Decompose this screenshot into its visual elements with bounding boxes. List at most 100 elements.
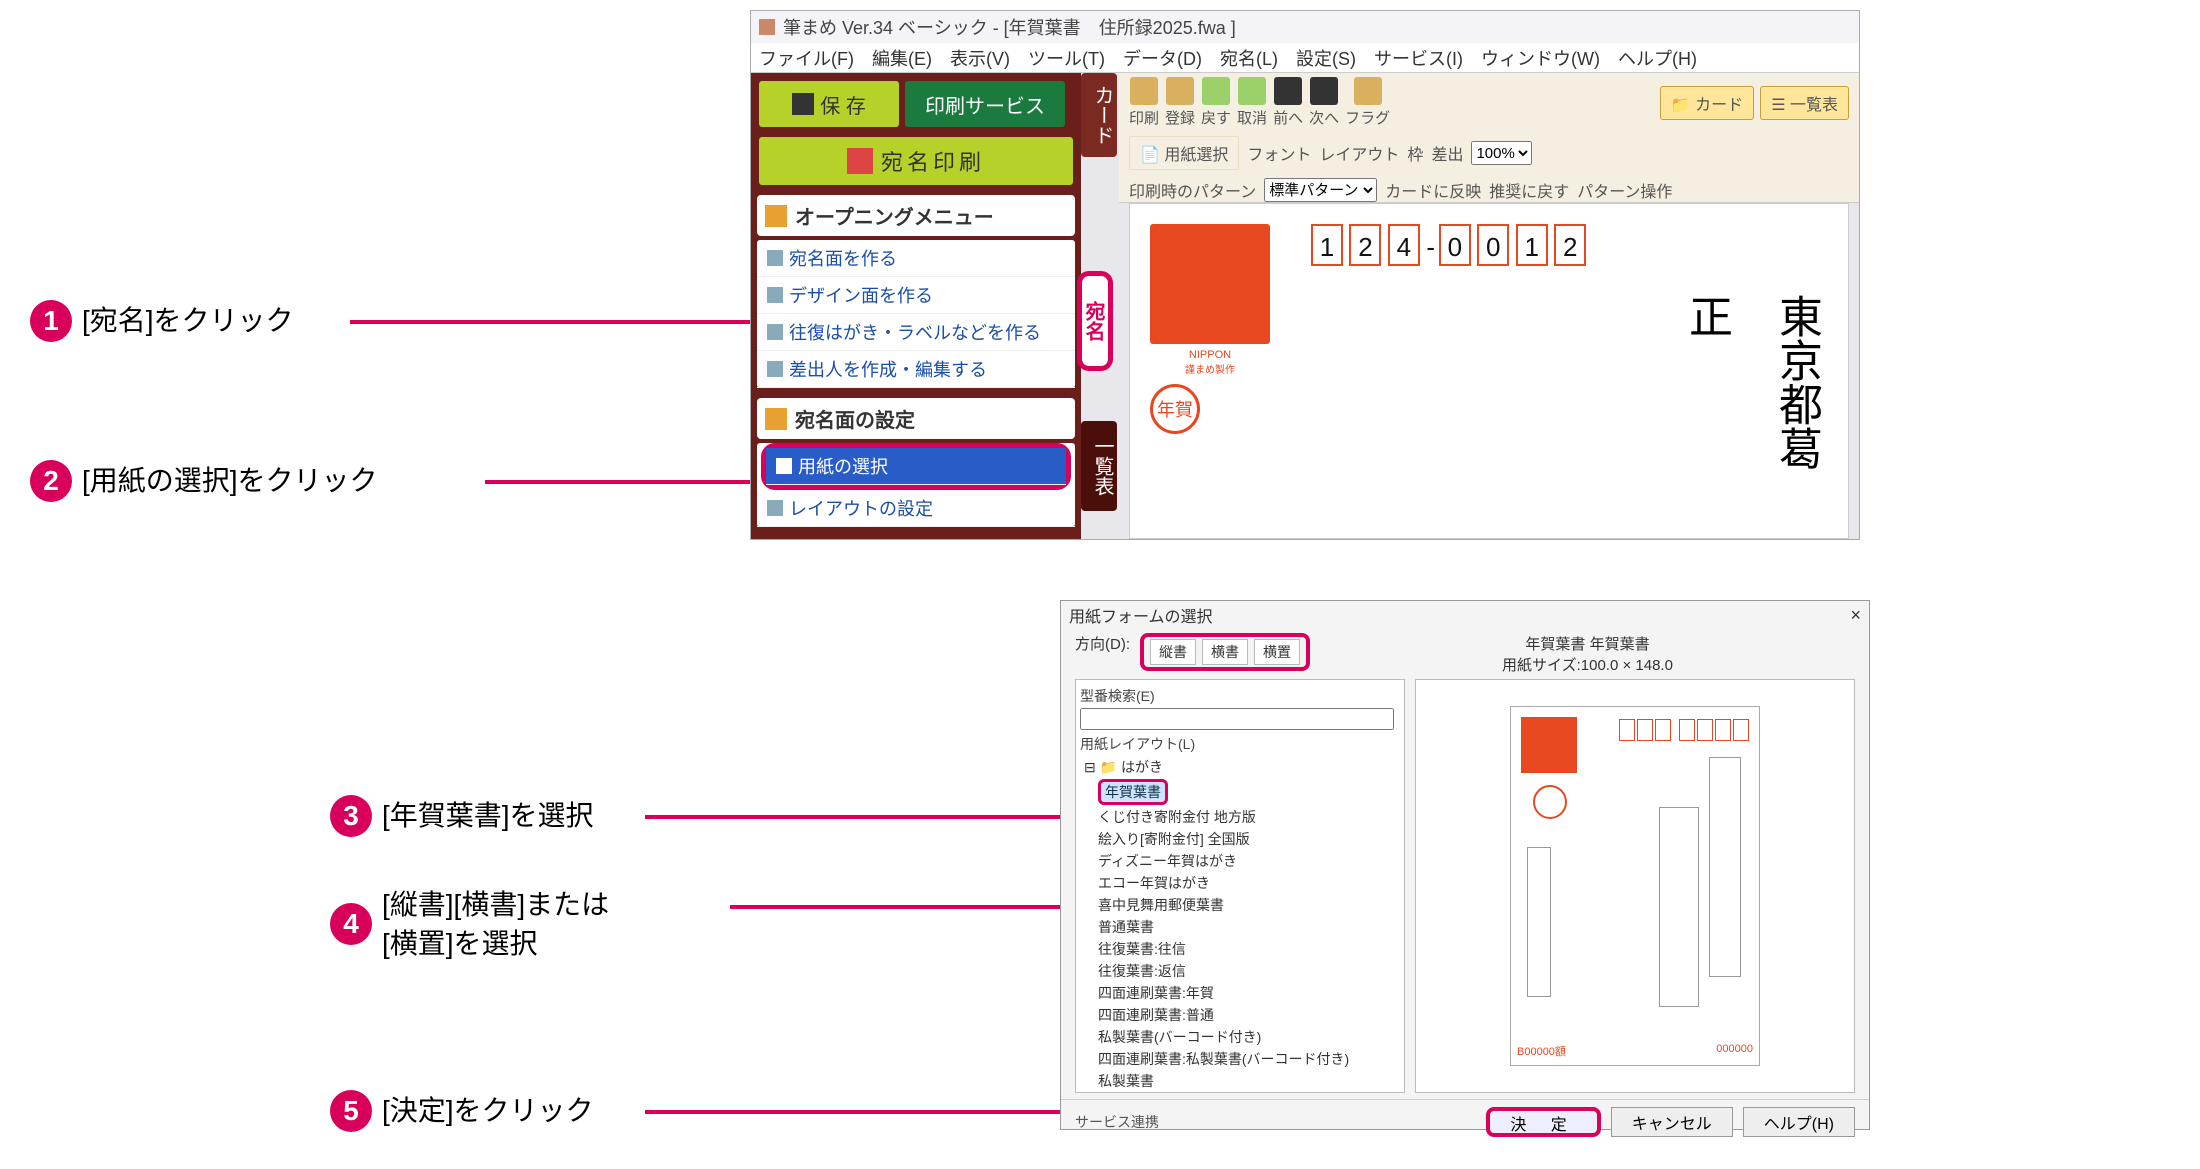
orient-vertical-button[interactable]: 縦書: [1150, 639, 1196, 665]
sidebar-item-atena-create[interactable]: 宛名面を作る: [757, 240, 1075, 277]
menu-service[interactable]: サービス(I): [1370, 43, 1467, 73]
tree-item[interactable]: 往復葉書:往信: [1080, 938, 1400, 960]
window-title: 筆まめ Ver.34 ベーシック - [年賀葉書 住所録2025.fwa ]: [783, 14, 1236, 40]
annotation-4: 4 [縦書][横書]または [横置]を選択: [330, 885, 760, 963]
cancel-button[interactable]: キャンセル: [1611, 1107, 1733, 1137]
sidebar-item-sender-edit[interactable]: 差出人を作成・編集する: [757, 351, 1075, 388]
preview-textbar: [1527, 847, 1551, 997]
pattern-ops-button[interactable]: パターン操作: [1577, 178, 1672, 202]
vtab-card[interactable]: カード: [1081, 73, 1117, 157]
stamp-caption: 謹まめ製作: [1150, 361, 1270, 376]
btn-label: フラグ: [1345, 107, 1390, 128]
frame-button[interactable]: 枠: [1407, 141, 1423, 165]
tree-folder-hagaki[interactable]: ⊟ 📁 はがき: [1080, 756, 1400, 778]
next-button[interactable]: 次へ: [1309, 77, 1339, 128]
prev-button[interactable]: 前へ: [1273, 77, 1303, 128]
sidebar-item-design-create[interactable]: デザイン面を作る: [757, 277, 1075, 314]
titlebar: 筆まめ Ver.34 ベーシック - [年賀葉書 住所録2025.fwa ]: [751, 11, 1859, 43]
print-button[interactable]: 印刷: [1129, 77, 1159, 128]
list-tag-button[interactable]: ☰ 一覧表: [1760, 86, 1849, 120]
menubar: ファイル(F) 編集(E) 表示(V) ツール(T) データ(D) 宛名(L) …: [751, 43, 1859, 73]
menu-window[interactable]: ウィンドウ(W): [1477, 43, 1604, 73]
sidebar-item-paper-select[interactable]: 用紙の選択: [766, 448, 1066, 485]
paper-select-button[interactable]: 📄 用紙選択: [1129, 136, 1239, 170]
orient-horizontal-button[interactable]: 横書: [1202, 639, 1248, 665]
layout-label: 用紙レイアウト(L): [1080, 734, 1400, 754]
annotation-1: 1 [宛名]をクリック: [30, 300, 294, 342]
register-button[interactable]: 登録: [1165, 77, 1195, 128]
annotation-5: 5 [決定]をクリック: [330, 1090, 594, 1132]
tree-item-nenga[interactable]: 年賀葉書: [1080, 778, 1400, 806]
tree-item[interactable]: エコー年賀はがき: [1080, 872, 1400, 894]
tree-folder[interactable]: ⊞ 📁 封筒: [1080, 1092, 1400, 1093]
save-label: 保 存: [820, 90, 866, 119]
layout-button[interactable]: レイアウト: [1319, 141, 1399, 165]
tree-label: はがき: [1121, 759, 1163, 775]
btn-label: 登録: [1165, 107, 1195, 128]
tree-item[interactable]: くじ付き寄附金付 地方版: [1080, 806, 1400, 828]
zoom-select[interactable]: 100%: [1471, 141, 1532, 165]
doc-icon: [767, 324, 783, 340]
pattern-select[interactable]: 標準パターン: [1264, 178, 1377, 202]
btn-label: 用紙選択: [1164, 147, 1228, 164]
tree-item[interactable]: 四面連刷葉書:普通: [1080, 1004, 1400, 1026]
tree-item[interactable]: 四面連刷葉書:年賀: [1080, 982, 1400, 1004]
undo-button[interactable]: 戻す: [1201, 77, 1231, 128]
menu-icon: [765, 205, 787, 227]
tree-item[interactable]: ディズニー年賀はがき: [1080, 850, 1400, 872]
connector-line: [485, 480, 760, 484]
flag-button[interactable]: フラグ: [1345, 77, 1390, 128]
font-button[interactable]: フォント: [1247, 141, 1311, 165]
toolbar-row-2: 📄 用紙選択 フォント レイアウト 枠 差出 100%: [1119, 132, 1859, 174]
menu-settings[interactable]: 設定(S): [1292, 43, 1360, 73]
reset-recommended-button[interactable]: 推奨に戻す: [1489, 178, 1569, 202]
paper-icon: [776, 458, 792, 474]
tree-item[interactable]: 喜中見舞用郵便葉書: [1080, 894, 1400, 916]
stamp-icon: [1150, 224, 1270, 344]
annotation-text: [決定]をクリック: [382, 1091, 594, 1130]
menu-tool[interactable]: ツール(T): [1024, 43, 1109, 73]
sidebar-item-layout-settings[interactable]: レイアウトの設定: [757, 490, 1075, 527]
vtab-atena[interactable]: 宛名: [1077, 271, 1113, 371]
app-window: 筆まめ Ver.34 ベーシック - [年賀葉書 住所録2025.fwa ] フ…: [750, 10, 1860, 540]
highlight-paper-select: 用紙の選択: [761, 443, 1071, 490]
paper-info: 年賀葉書 年賀葉書 用紙サイズ:100.0 × 148.0: [1320, 633, 1855, 675]
menu-view[interactable]: 表示(V): [946, 43, 1014, 73]
app-icon: [759, 19, 775, 35]
postcard-preview: NIPPON 謹まめ製作 年賀 1 2 4 - 0 0 1 2 東京都葛 正: [1129, 203, 1849, 539]
btn-label: 印刷: [1129, 107, 1159, 128]
tree-item[interactable]: 四面連刷葉書:私製葉書(バーコード付き): [1080, 1048, 1400, 1070]
tree-item[interactable]: 絵入り[寄附金付] 全国版: [1080, 828, 1400, 850]
save-button[interactable]: 保 存: [759, 81, 899, 127]
service-link[interactable]: サービス連携: [1075, 1112, 1159, 1132]
print-service-button[interactable]: 印刷サービス: [905, 81, 1065, 127]
menu-atena[interactable]: 宛名(L): [1216, 43, 1282, 73]
tree-item[interactable]: 普通葉書: [1080, 916, 1400, 938]
menu-data[interactable]: データ(D): [1119, 43, 1206, 73]
redo-button[interactable]: 取消: [1237, 77, 1267, 128]
close-icon[interactable]: ×: [1850, 605, 1861, 626]
sidebar-item-label: 用紙の選択: [798, 453, 888, 479]
paper-info-title: 年賀葉書 年賀葉書: [1320, 633, 1855, 654]
menu-edit[interactable]: 編集(E): [868, 43, 936, 73]
tree-item[interactable]: 私製葉書(バーコード付き): [1080, 1026, 1400, 1048]
sidebar-item-postcard-label[interactable]: 往復はがき・ラベルなどを作る: [757, 314, 1075, 351]
btn-label: 取消: [1237, 107, 1267, 128]
card-tag-button[interactable]: 📁 カード: [1660, 86, 1754, 120]
atena-print-button[interactable]: 宛名印刷: [759, 137, 1073, 185]
vtab-list[interactable]: 一覧表: [1081, 421, 1117, 511]
ok-button[interactable]: 決 定: [1486, 1107, 1600, 1137]
tree-item[interactable]: 往復葉書:返信: [1080, 960, 1400, 982]
tree-item[interactable]: 私製葉書: [1080, 1070, 1400, 1092]
menu-help[interactable]: ヘルプ(H): [1614, 43, 1701, 73]
help-button[interactable]: ヘルプ(H): [1743, 1107, 1855, 1137]
search-label: 型番検索(E): [1080, 686, 1400, 706]
orient-landscape-button[interactable]: 横置: [1254, 639, 1300, 665]
zip-digit: 4: [1388, 224, 1420, 266]
menu-file[interactable]: ファイル(F): [755, 43, 858, 73]
search-input[interactable]: [1080, 708, 1394, 730]
sender-button[interactable]: 差出: [1431, 141, 1463, 165]
nenga-badge: 年賀: [1150, 384, 1200, 434]
reflect-card-button[interactable]: カードに反映: [1385, 178, 1481, 202]
prev-icon: [1274, 77, 1302, 105]
